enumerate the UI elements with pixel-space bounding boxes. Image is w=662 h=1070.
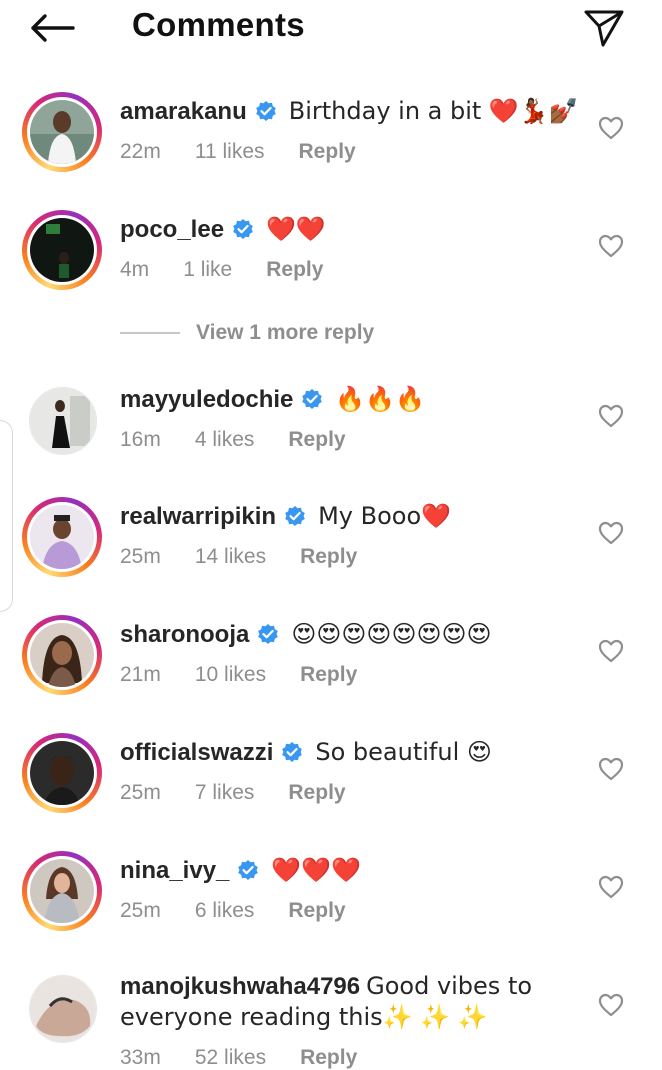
back-button[interactable] <box>26 6 78 50</box>
heart-outline-icon <box>598 116 624 140</box>
comment-text: ❤️❤️❤️ <box>271 856 362 884</box>
like-button[interactable] <box>596 401 626 431</box>
like-button[interactable] <box>596 754 626 784</box>
top-bar: Comments <box>0 0 662 56</box>
arrow-left-icon <box>31 14 75 42</box>
avatar-photo-icon <box>30 388 96 454</box>
heart-outline-icon <box>598 875 624 899</box>
avatar-photo-icon <box>30 623 94 687</box>
reply-button[interactable]: Reply <box>299 140 356 164</box>
username[interactable]: poco_lee <box>120 216 224 243</box>
username[interactable]: officialswazzi <box>120 739 273 766</box>
heart-outline-icon <box>598 757 624 781</box>
likes-count[interactable]: 52 likes <box>195 1046 266 1070</box>
comment-time: 25m <box>120 781 161 804</box>
comment-time: 25m <box>120 545 161 568</box>
avatar[interactable] <box>22 968 102 1048</box>
comment-text: So beautiful 😍 <box>315 738 492 766</box>
avatar[interactable] <box>22 851 102 931</box>
avatar-photo-icon <box>30 100 94 164</box>
avatar[interactable] <box>22 497 102 577</box>
verified-badge-icon <box>257 623 279 653</box>
verified-badge-icon <box>284 505 306 535</box>
verified-badge-icon <box>281 741 303 771</box>
heart-outline-icon <box>598 993 624 1017</box>
paper-plane-icon <box>584 10 624 47</box>
reply-button[interactable]: Reply <box>300 663 357 687</box>
like-button[interactable] <box>596 636 626 666</box>
reply-button[interactable]: Reply <box>300 1046 357 1070</box>
heart-outline-icon <box>598 404 624 428</box>
comment-time: 16m <box>120 428 161 451</box>
comment-text: Birthday in a bit ❤️💃🏾💅🏾 <box>288 97 579 125</box>
avatar[interactable] <box>22 210 102 290</box>
comment-time: 22m <box>120 140 161 163</box>
divider <box>120 332 180 334</box>
like-button[interactable] <box>596 872 626 902</box>
comment-time: 21m <box>120 663 161 686</box>
reply-button[interactable]: Reply <box>266 258 323 282</box>
avatar[interactable] <box>22 733 102 813</box>
view-more-replies-button[interactable]: View 1 more reply <box>120 318 374 348</box>
comment-time: 4m <box>120 258 150 281</box>
verified-badge-icon <box>232 218 254 248</box>
likes-count[interactable]: 6 likes <box>195 899 255 923</box>
verified-badge-icon <box>255 100 277 130</box>
like-button[interactable] <box>596 231 626 261</box>
page-title: Comments <box>132 6 305 43</box>
like-button[interactable] <box>596 990 626 1020</box>
likes-count[interactable]: 14 likes <box>195 545 266 569</box>
likes-count[interactable]: 7 likes <box>195 781 255 805</box>
comment-time: 33m <box>120 1046 161 1069</box>
username[interactable]: amarakanu <box>120 98 247 125</box>
avatar[interactable] <box>22 92 102 172</box>
avatar[interactable] <box>22 615 102 695</box>
comment-text: My Booo❤️ <box>318 502 452 530</box>
comment-time: 25m <box>120 899 161 922</box>
comment-text: 🔥🔥🔥 <box>335 385 426 413</box>
share-button[interactable] <box>580 6 628 50</box>
view-more-label: View 1 more reply <box>196 321 375 344</box>
heart-outline-icon <box>598 234 624 258</box>
avatar-photo-icon <box>30 976 96 1042</box>
reply-button[interactable]: Reply <box>288 428 345 452</box>
avatar[interactable] <box>22 380 102 460</box>
username[interactable]: manojkushwaha4796 <box>120 973 360 1000</box>
username[interactable]: realwarripikin <box>120 503 276 530</box>
comment-text: ❤️❤️ <box>266 215 326 243</box>
heart-outline-icon <box>598 521 624 545</box>
avatar-photo-icon <box>30 505 94 569</box>
avatar-photo-icon <box>30 218 94 282</box>
comment-text: 😍😍😍😍😍😍😍😍 <box>291 620 492 648</box>
like-button[interactable] <box>596 518 626 548</box>
verified-badge-icon <box>237 859 259 889</box>
heart-outline-icon <box>598 639 624 663</box>
reply-button[interactable]: Reply <box>288 899 345 923</box>
avatar-photo-icon <box>30 741 94 805</box>
likes-count[interactable]: 4 likes <box>195 428 255 452</box>
reply-button[interactable]: Reply <box>288 781 345 805</box>
side-panel-handle[interactable] <box>0 420 13 612</box>
likes-count[interactable]: 11 likes <box>195 140 265 164</box>
likes-count[interactable]: 10 likes <box>195 663 266 687</box>
like-button[interactable] <box>596 113 626 143</box>
username[interactable]: nina_ivy_ <box>120 857 229 884</box>
username[interactable]: mayyuledochie <box>120 386 293 413</box>
username[interactable]: sharonooja <box>120 621 249 648</box>
likes-count[interactable]: 1 like <box>183 258 232 282</box>
avatar-photo-icon <box>30 859 94 923</box>
verified-badge-icon <box>301 388 323 418</box>
reply-button[interactable]: Reply <box>300 545 357 569</box>
